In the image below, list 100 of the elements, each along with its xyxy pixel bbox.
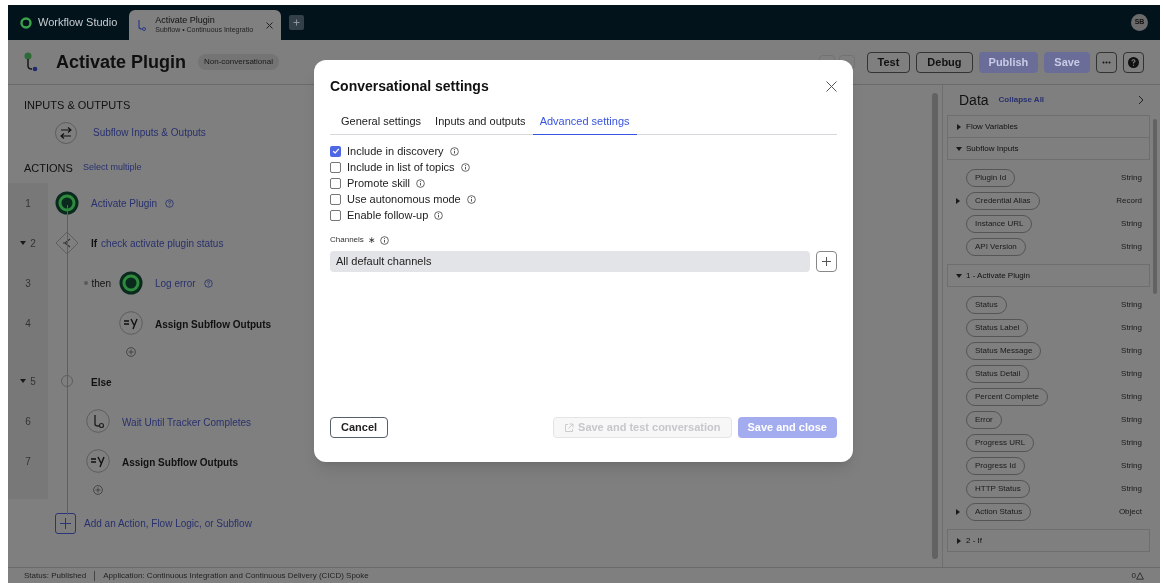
caret-down-icon[interactable] xyxy=(20,378,27,384)
toolbar-button[interactable]: Debug xyxy=(916,51,973,73)
subflow-icon xyxy=(137,19,148,31)
inputs-outputs-link[interactable]: Subflow Inputs & Outputs xyxy=(93,125,206,140)
data-section-header[interactable]: 1 - Activate Plugin xyxy=(947,265,1150,286)
warning-icon[interactable] xyxy=(1136,571,1144,580)
warning-count: 0 xyxy=(1131,569,1136,582)
section-heading: INPUTS & OUTPUTS xyxy=(24,98,132,113)
variable-type: String xyxy=(1121,482,1142,495)
caret-right-icon[interactable] xyxy=(956,123,962,130)
checkbox[interactable] xyxy=(330,193,341,205)
step-label: Assign Subflow Outputs xyxy=(122,457,239,468)
caret-right-icon[interactable] xyxy=(955,197,961,204)
info-icon xyxy=(449,146,459,156)
external-link-icon xyxy=(564,422,575,433)
assign-variable-icon xyxy=(119,311,143,335)
help-button[interactable] xyxy=(1123,51,1144,73)
data-section-header[interactable]: 2 - If xyxy=(947,530,1150,551)
assign-variable-icon xyxy=(86,449,110,473)
option-label: Use autonomous mode xyxy=(347,191,461,207)
info-icon xyxy=(466,194,476,204)
select-multiple-link[interactable]: Select multiple xyxy=(82,161,142,175)
variable-type: String xyxy=(1121,240,1142,253)
caret-right-icon[interactable] xyxy=(955,508,961,515)
step-number: 5 xyxy=(8,361,48,401)
variable-type: String xyxy=(1121,217,1142,230)
caret-down-icon[interactable] xyxy=(20,240,27,246)
add-step-link[interactable]: Add an Action, Flow Logic, or Subflow xyxy=(84,516,252,531)
condition-link[interactable]: check activate plugin status xyxy=(101,235,224,251)
field-label: Channels xyxy=(330,234,364,247)
condition-keyword: If xyxy=(91,236,98,251)
checkbox[interactable] xyxy=(330,177,341,189)
step-number: 1 xyxy=(8,183,48,223)
step-link[interactable]: Activate Plugin xyxy=(91,195,158,211)
help-icon xyxy=(1128,56,1139,68)
checkbox[interactable] xyxy=(330,161,341,173)
tab-title: Activate Plugin xyxy=(155,15,216,25)
step-number: 7 xyxy=(8,441,48,481)
chevron-right-icon[interactable] xyxy=(1138,95,1144,105)
required-mark: ∗ xyxy=(367,233,376,247)
step-label: Assign Subflow Outputs xyxy=(155,319,272,330)
swap-arrows-icon xyxy=(55,121,77,144)
step-link[interactable]: Wait Until Tracker Completes xyxy=(122,417,252,428)
flow-title: Activate Plugin xyxy=(56,50,187,74)
app-name[interactable]: Workflow Studio xyxy=(38,14,118,31)
plus-icon xyxy=(822,257,831,266)
variable-type: String xyxy=(1121,321,1142,334)
dialog-title: Conversational settings xyxy=(330,77,489,96)
variable-type: String xyxy=(1121,344,1142,357)
caret-down-icon[interactable] xyxy=(956,145,962,152)
panel-title: Data xyxy=(959,90,989,110)
caret-right-icon[interactable] xyxy=(956,537,962,544)
variable-type: Record xyxy=(1116,194,1142,207)
subflow-node-icon xyxy=(86,409,110,433)
info-icon xyxy=(434,210,444,220)
logo-icon xyxy=(20,16,32,29)
toolbar-button[interactable]: Test xyxy=(866,51,911,73)
add-button[interactable] xyxy=(55,513,76,534)
info-icon xyxy=(460,162,470,172)
add-channel-button[interactable] xyxy=(816,251,837,272)
option-label: Promote skill xyxy=(347,175,410,191)
plus-icon xyxy=(60,518,71,529)
plugin-node-icon xyxy=(55,191,79,215)
variable-type: String xyxy=(1121,413,1142,426)
dialog-tab[interactable]: Advanced settings xyxy=(532,113,637,135)
dialog-tab[interactable]: General settings xyxy=(334,113,429,134)
plugin-node-icon xyxy=(119,271,143,295)
collapse-all-link[interactable]: Collapse All xyxy=(998,94,1045,106)
step-label: Else xyxy=(91,377,112,388)
close-icon[interactable] xyxy=(826,81,837,92)
variable-type: String xyxy=(1121,298,1142,311)
more-button[interactable] xyxy=(1096,51,1117,73)
checkbox[interactable] xyxy=(330,145,341,157)
dialog-tab[interactable]: Inputs and outputs xyxy=(428,113,533,134)
new-tab-button[interactable] xyxy=(289,15,305,30)
step-number: 3 xyxy=(8,263,48,303)
step-number: 4 xyxy=(8,303,48,343)
variable-type: String xyxy=(1121,459,1142,472)
checkbox[interactable] xyxy=(330,209,341,221)
caret-down-icon[interactable] xyxy=(956,272,962,279)
subflow-icon xyxy=(24,52,40,72)
dialog-button[interactable]: Cancel xyxy=(330,417,389,438)
info-icon xyxy=(379,235,389,245)
variable-type: String xyxy=(1121,436,1142,449)
step-number: 2 xyxy=(8,223,48,263)
option-label: Include in list of topics xyxy=(347,159,455,175)
close-icon[interactable] xyxy=(266,21,274,29)
add-step-icon[interactable] xyxy=(126,347,136,357)
help-icon[interactable] xyxy=(165,198,175,208)
info-icon xyxy=(415,178,425,188)
add-step-icon[interactable] xyxy=(93,485,103,495)
data-section-header[interactable]: Subflow Inputs xyxy=(947,138,1150,159)
variable-type: String xyxy=(1121,171,1142,184)
step-link[interactable]: Log error xyxy=(155,275,196,291)
data-section-header[interactable]: Flow Variables xyxy=(947,116,1150,137)
help-icon[interactable] xyxy=(203,278,213,288)
status-text: Status: Published xyxy=(24,569,87,582)
variable-type: Object xyxy=(1118,505,1142,518)
channels-field[interactable]: All default channels xyxy=(330,251,810,272)
step-number: 6 xyxy=(8,401,48,441)
